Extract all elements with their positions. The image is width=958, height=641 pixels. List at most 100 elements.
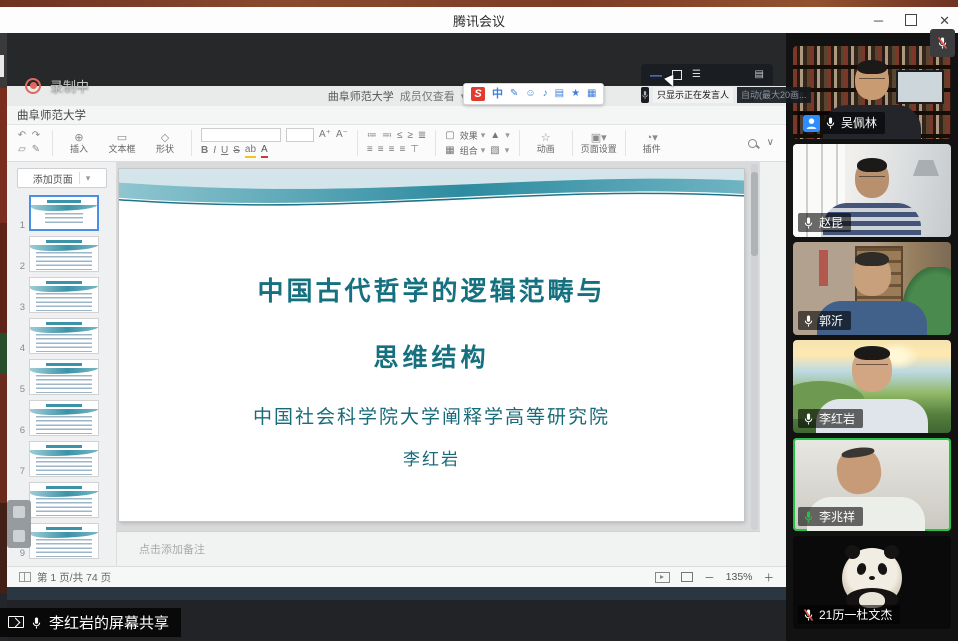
- strikethrough-button[interactable]: S: [233, 145, 240, 157]
- maximize-button[interactable]: [905, 14, 917, 26]
- video-tiles: 吴佩林 赵昆: [786, 33, 958, 629]
- floating-tool-overlay[interactable]: [7, 500, 31, 548]
- align-right-icon[interactable]: ≡: [389, 144, 395, 156]
- undo-icon[interactable]: ↶: [15, 129, 29, 143]
- highlight-button[interactable]: ab: [245, 144, 256, 158]
- plugin-icon: ◔▾: [646, 132, 658, 144]
- line-spacing-icon[interactable]: ≣: [418, 130, 426, 142]
- panel-edge-tab: [0, 55, 4, 77]
- participant-name: 21历一杜文杰: [819, 609, 892, 621]
- thumbnail-row: 4: [13, 318, 116, 354]
- zoom-level[interactable]: 135%: [726, 571, 753, 583]
- mic-on-icon: [825, 116, 836, 130]
- outdent-icon[interactable]: ≤: [397, 130, 403, 142]
- self-mic-muted-indicator[interactable]: [930, 29, 955, 57]
- slide-thumbnail-6[interactable]: [29, 400, 99, 436]
- slide-thumbnail-3[interactable]: [29, 277, 99, 313]
- notes-pane[interactable]: 点击添加备注: [117, 531, 760, 566]
- ime-language-icon[interactable]: 中: [492, 89, 503, 100]
- slide-thumbnail-2[interactable]: [29, 236, 99, 272]
- search-icon[interactable]: [748, 139, 757, 148]
- wps-document-tab[interactable]: 曲阜师范大学: [7, 106, 786, 125]
- meeting-window: 腾讯会议 ─ ✕ 录制中 曲阜师范大学 成员仅查看 ▾ ─ ✕: [0, 0, 958, 641]
- ime-keyboard-icon[interactable]: ▤: [555, 89, 564, 99]
- bullet-list-icon[interactable]: ≔: [367, 130, 377, 142]
- increase-font-icon[interactable]: A⁺: [319, 129, 331, 141]
- collapse-videos-button[interactable]: —: [650, 69, 662, 81]
- slide-thumbnail-7[interactable]: [29, 441, 99, 477]
- close-button[interactable]: ✕: [939, 14, 950, 27]
- participant-tile-lihongyan[interactable]: 李红岩: [793, 340, 951, 433]
- indent-icon[interactable]: ≥: [407, 130, 413, 142]
- collapse-toolbar-icon[interactable]: ∨: [767, 137, 774, 149]
- slide-thumbnail-4[interactable]: [29, 318, 99, 354]
- ime-mic-icon[interactable]: ♪: [543, 89, 548, 99]
- vertical-scrollbar[interactable]: [751, 164, 758, 530]
- insert-label: 插入: [70, 144, 88, 155]
- fill-color-icon[interactable]: ▲: [490, 130, 500, 142]
- textbox-icon: ▭: [117, 132, 127, 144]
- ime-emoji-icon[interactable]: ☺: [525, 89, 535, 99]
- paste-icon[interactable]: ✎: [29, 143, 43, 157]
- slide-thumbnail-8[interactable]: [29, 482, 99, 518]
- effect-button[interactable]: 效果 ▾: [460, 129, 486, 142]
- format-painter-icon[interactable]: ▱: [15, 143, 29, 157]
- font-color-button[interactable]: A: [261, 144, 268, 158]
- add-page-button[interactable]: 添加页面 ▾: [17, 168, 107, 188]
- slide-thumbnail-9[interactable]: [29, 523, 99, 559]
- text-direction-icon[interactable]: ⊤: [410, 144, 419, 156]
- ime-punctuation-icon[interactable]: ✎: [510, 89, 518, 99]
- fit-page-button[interactable]: [681, 572, 693, 582]
- slide-thumbnail-5[interactable]: [29, 359, 99, 395]
- desktop-edge: [0, 33, 7, 641]
- slide-thumbnail-1[interactable]: [29, 195, 99, 231]
- participant-tile-zhaokun[interactable]: 赵昆: [793, 144, 951, 237]
- sogou-logo-icon[interactable]: S: [471, 87, 485, 101]
- selection-pane-icon[interactable]: ▧: [490, 145, 499, 157]
- participant-tile-duwenjie[interactable]: 21历一杜文杰: [793, 536, 951, 629]
- font-family-select[interactable]: [201, 128, 281, 142]
- minimize-button[interactable]: ─: [874, 14, 883, 27]
- ime-toolbar[interactable]: S 中 ✎ ☺ ♪ ▤ ★ ▦: [463, 83, 604, 105]
- shape-button[interactable]: ◇ 形状: [148, 132, 182, 155]
- numbered-list-icon[interactable]: ≕: [382, 130, 392, 142]
- font-size-select[interactable]: [286, 128, 314, 142]
- group-button[interactable]: 组合 ▾: [460, 144, 486, 157]
- video-panel-header: — ☰ ▤: [641, 64, 773, 85]
- slide-title-line1: 中国古代哲学的逻辑范畴与: [119, 271, 744, 308]
- plugin-button[interactable]: ◔▾ 插件: [635, 132, 669, 155]
- list-layout-button[interactable]: ☰: [692, 70, 701, 80]
- wps-view-mode[interactable]: 成员仅查看: [400, 88, 455, 104]
- wps-workspace: 添加页面 ▾ 1 2 3: [7, 162, 786, 566]
- participant-tile-wupeilin[interactable]: 吴佩林: [793, 46, 951, 139]
- align-left-icon[interactable]: ≡: [367, 144, 373, 156]
- justify-icon[interactable]: ≡: [399, 144, 405, 156]
- ime-toolbox-icon[interactable]: ▦: [587, 89, 596, 99]
- slideshow-button[interactable]: [655, 572, 670, 583]
- italic-button[interactable]: I: [213, 145, 216, 157]
- insert-button[interactable]: ⊕ 插入: [62, 132, 96, 155]
- slide-wave-decoration: [30, 409, 98, 415]
- slide-wave-decoration: [30, 368, 98, 374]
- participant-tile-guoyi[interactable]: 郭沂: [793, 242, 951, 335]
- page-setup-label: 页面设置: [581, 144, 617, 155]
- redo-icon[interactable]: ↷: [29, 129, 43, 143]
- page-setup-button[interactable]: ▣▾ 页面设置: [582, 132, 616, 155]
- animation-button[interactable]: ☆ 动画: [529, 132, 563, 155]
- bold-button[interactable]: B: [201, 145, 208, 157]
- participant-name-chip: 郭沂: [798, 311, 851, 330]
- desktop-background: [0, 0, 958, 7]
- textbox-button[interactable]: ▭ 文本框: [105, 132, 139, 155]
- decrease-font-icon[interactable]: A⁻: [336, 129, 348, 141]
- mic-on-icon: [803, 216, 814, 230]
- zoom-in-button[interactable]: ＋: [764, 570, 775, 585]
- align-center-icon[interactable]: ≡: [378, 144, 384, 156]
- ime-skin-icon[interactable]: ★: [571, 89, 580, 99]
- divider: [625, 130, 626, 156]
- slide-wave-decoration: [30, 245, 98, 251]
- wps-toolbar: ↶ ↷ ▱ ✎ ⊕ 插入 ▭ 文本框 ◇ 形状: [7, 125, 786, 162]
- zoom-out-button[interactable]: －: [704, 570, 715, 585]
- participant-tile-lizhaoxiang-speaking[interactable]: 李兆祥: [793, 438, 951, 531]
- underline-button[interactable]: U: [221, 145, 228, 157]
- grid-layout-button[interactable]: ▤: [755, 70, 764, 80]
